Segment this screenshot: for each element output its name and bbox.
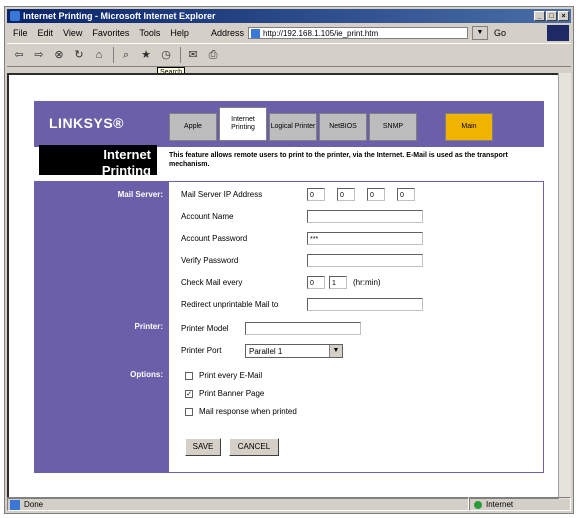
ip-octet-4-input[interactable]: 0: [397, 188, 415, 201]
check-mail-label: Check Mail every: [181, 278, 243, 287]
menu-view[interactable]: View: [63, 25, 82, 41]
ip-octet-1-input[interactable]: 0: [307, 188, 325, 201]
ip-octet-2-input[interactable]: 0: [337, 188, 355, 201]
go-button[interactable]: Go: [494, 25, 506, 41]
window-title: Internet Printing - Microsoft Internet E…: [23, 11, 216, 21]
ie-logo-icon: [10, 11, 20, 21]
printer-port-label: Printer Port: [181, 346, 222, 355]
close-button[interactable]: ×: [558, 11, 569, 21]
status-text: Done: [7, 497, 469, 511]
options-heading: Options:: [130, 370, 163, 379]
home-icon[interactable]: ⌂: [91, 47, 107, 63]
security-zone: Internet: [469, 497, 571, 511]
tab-snmp[interactable]: SNMP: [369, 113, 417, 141]
mail-server-heading: Mail Server:: [117, 190, 163, 199]
check-mail-minutes-input[interactable]: 1: [329, 276, 347, 289]
address-dropdown-icon[interactable]: ▼: [471, 26, 488, 40]
zone-label: Internet: [486, 500, 514, 509]
print-every-email-label: Print every E-Mail: [199, 371, 263, 380]
mail-icon[interactable]: ✉: [185, 47, 201, 63]
menu-file[interactable]: File: [13, 25, 28, 41]
account-name-label: Account Name: [181, 212, 234, 221]
browser-window: Internet Printing - Microsoft Internet E…: [4, 6, 574, 514]
internet-zone-icon: [474, 501, 482, 509]
settings-form: Mail Server: Printer: Options: Mail Serv…: [34, 181, 544, 473]
menu-bar: File Edit View Favorites Tools Help Addr…: [7, 25, 571, 41]
tab-apple[interactable]: Apple: [169, 113, 217, 141]
status-bar: Done Internet: [7, 497, 571, 511]
chevron-down-icon: ▼: [329, 345, 342, 357]
menu-help[interactable]: Help: [170, 25, 189, 41]
history-icon[interactable]: ◷: [158, 47, 174, 63]
printer-heading: Printer:: [134, 322, 163, 331]
tab-bar: Apple Internet Printing Logical Printer …: [169, 107, 493, 141]
toolbar-divider: [180, 47, 181, 63]
toolbar-divider: [113, 47, 114, 63]
print-every-email-checkbox[interactable]: [185, 372, 193, 380]
tab-internet-printing[interactable]: Internet Printing: [219, 107, 267, 141]
print-banner-page-label: Print Banner Page: [199, 389, 265, 398]
page-icon: [250, 29, 260, 38]
check-mail-unit: (hr:min): [353, 278, 381, 287]
printer-port-select[interactable]: Parallel 1 ▼: [245, 344, 343, 358]
verify-password-input[interactable]: [307, 254, 423, 267]
refresh-icon[interactable]: ↻: [71, 47, 87, 63]
menu-favorites[interactable]: Favorites: [92, 25, 129, 41]
page-title: Internet Printing: [39, 145, 157, 178]
tab-netbios[interactable]: NetBIOS: [319, 113, 367, 141]
windows-logo-icon: [547, 25, 569, 41]
linksys-logo: LINKSYS®: [49, 115, 124, 131]
page-done-icon: [10, 500, 20, 510]
mail-response-label: Mail response when printed: [199, 407, 297, 416]
check-mail-hours-input[interactable]: 0: [307, 276, 325, 289]
address-bar[interactable]: http://192.168.1.105/ie_print.htm: [247, 27, 468, 39]
vertical-scrollbar[interactable]: [558, 73, 571, 499]
save-button[interactable]: SAVE: [185, 438, 221, 456]
account-password-input[interactable]: ***: [307, 232, 423, 245]
page-viewport: LINKSYS® Apple Internet Printing Logical…: [7, 73, 567, 499]
page-title-line1: Internet: [103, 147, 151, 162]
redirect-input[interactable]: [307, 298, 423, 311]
page-description: This feature allows remote users to prin…: [169, 152, 508, 168]
menu-edit[interactable]: Edit: [38, 25, 54, 41]
tab-main[interactable]: Main: [445, 113, 493, 141]
cancel-button[interactable]: CANCEL: [229, 438, 279, 456]
mail-response-checkbox[interactable]: [185, 408, 193, 416]
favorites-icon[interactable]: ★: [138, 47, 154, 63]
menu-tools[interactable]: Tools: [139, 25, 160, 41]
address-value: http://192.168.1.105/ie_print.htm: [262, 29, 379, 38]
forward-icon[interactable]: ⇨: [31, 47, 47, 63]
account-password-label: Account Password: [181, 234, 248, 243]
printer-port-value: Parallel 1: [249, 347, 283, 356]
search-icon[interactable]: ⌕: [118, 47, 134, 63]
ip-octet-3-input[interactable]: 0: [367, 188, 385, 201]
page-title-line2: Printing: [101, 163, 151, 178]
window-titlebar: Internet Printing - Microsoft Internet E…: [7, 9, 571, 23]
status-done: Done: [24, 500, 44, 509]
maximize-button[interactable]: □: [546, 11, 557, 21]
back-icon[interactable]: ⇦: [11, 47, 27, 63]
section-column: Mail Server: Printer: Options:: [35, 182, 169, 472]
browser-toolbar: ⇦ ⇨ ⊗ ↻ ⌂ ⌕ ★ ◷ ✉ ⎙: [7, 43, 571, 67]
mail-server-ip-label: Mail Server IP Address: [181, 190, 263, 199]
account-name-input[interactable]: [307, 210, 423, 223]
print-icon[interactable]: ⎙: [205, 47, 221, 63]
printer-model-label: Printer Model: [181, 324, 229, 333]
minimize-button[interactable]: _: [534, 11, 545, 21]
verify-password-label: Verify Password: [181, 256, 239, 265]
stop-icon[interactable]: ⊗: [51, 47, 67, 63]
printer-model-input[interactable]: [245, 322, 361, 335]
print-banner-page-checkbox[interactable]: ✓: [185, 390, 193, 398]
tab-logical-printer[interactable]: Logical Printer: [269, 113, 317, 141]
redirect-label: Redirect unprintable Mail to: [181, 300, 279, 309]
address-label: Address: [210, 28, 244, 38]
